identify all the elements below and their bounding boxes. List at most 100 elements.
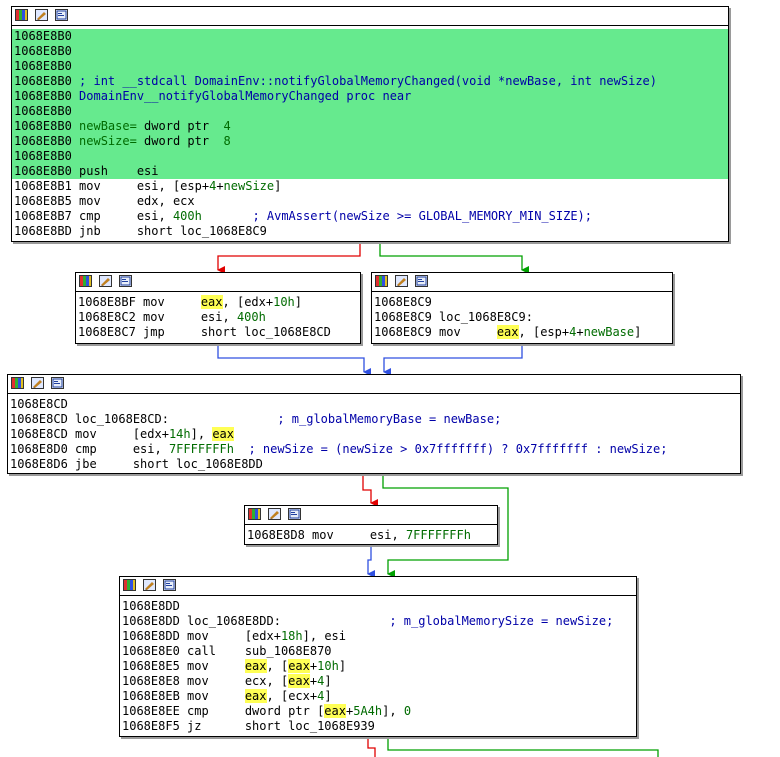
node-image-icon[interactable]: [55, 9, 68, 21]
code-token: 7FFFFFFFh: [405, 528, 471, 542]
node-image-icon[interactable]: [51, 377, 64, 389]
graph-view-icon[interactable]: [15, 9, 28, 21]
graph-view-icon[interactable]: [248, 508, 261, 520]
code-token: DomainEnv__notifyGlobalMemoryChanged pro…: [79, 89, 412, 103]
code-token: 1068E8B0: [14, 44, 72, 58]
node-titlebar[interactable]: [8, 375, 740, 394]
code-line[interactable]: 1068E8CD loc_1068E8CD: ; m_globalMemoryB…: [8, 412, 740, 427]
code-line[interactable]: 1068E8B0: [12, 104, 728, 119]
code-line[interactable]: 1068E8CD: [8, 397, 740, 412]
code-line[interactable]: 1068E8EE cmp dword ptr [eax+5A4h], 0: [120, 704, 636, 719]
code-line[interactable]: 1068E8BD jnb short loc_1068E8C9: [12, 224, 728, 239]
code-token: 1068E8C9 loc_1068E8C9:: [374, 310, 533, 324]
edit-node-icon[interactable]: [143, 579, 156, 591]
node-titlebar[interactable]: [372, 273, 672, 292]
code-token: ]: [338, 659, 347, 673]
disassembly-listing: 1068E8B0 1068E8B0 1068E8B0 1068E8B0 ; int _…: [12, 26, 728, 239]
code-token: 1068E8DD mov [edx+: [122, 629, 281, 643]
code-line[interactable]: 1068E8D0 cmp esi, 7FFFFFFFh ; newSize = …: [8, 442, 740, 457]
code-line[interactable]: 1068E8C9: [372, 295, 672, 310]
code-line[interactable]: 1068E8C7 jmp short loc_1068E8CD: [76, 325, 360, 340]
code-line[interactable]: 1068E8D8 mov esi, 7FFFFFFFh: [245, 528, 497, 543]
code-line[interactable]: 1068E8B0 push esi: [12, 164, 728, 179]
code-token: 1068E8D0 cmp esi,: [10, 442, 169, 456]
highlighted-register: eax: [324, 704, 346, 718]
code-line[interactable]: 1068E8B0 DomainEnv__notifyGlobalMemoryCh…: [12, 89, 728, 104]
code-line[interactable]: 1068E8B0 newSize= dword ptr 8: [12, 134, 728, 149]
code-token: 10h: [273, 295, 295, 309]
edit-node-icon[interactable]: [31, 377, 44, 389]
code-line[interactable]: 1068E8B0 newBase= dword ptr 4: [12, 119, 728, 134]
code-token: +: [576, 325, 584, 339]
code-token: ]: [274, 179, 282, 193]
edit-node-icon[interactable]: [268, 508, 281, 520]
code-line[interactable]: 1068E8B0 ; int __stdcall DomainEnv::noti…: [12, 74, 728, 89]
graph-node-1068E8CD[interactable]: 1068E8CD 1068E8CD loc_1068E8CD: ; m_globa…: [7, 374, 741, 474]
node-image-icon[interactable]: [415, 275, 428, 287]
node-titlebar[interactable]: [245, 506, 497, 525]
code-line[interactable]: 1068E8C9 mov eax, [esp+4+newBase]: [372, 325, 672, 340]
code-line[interactable]: 1068E8C2 mov esi, 400h: [76, 310, 360, 325]
code-line[interactable]: 1068E8B1 mov esi, [esp+4+newSize]: [12, 179, 728, 194]
node-image-icon[interactable]: [288, 508, 301, 520]
code-token: 1068E8B0: [14, 74, 80, 88]
graph-view-icon[interactable]: [375, 275, 388, 287]
code-line[interactable]: 1068E8E5 mov eax, [eax+10h]: [120, 659, 636, 674]
code-line[interactable]: 1068E8B0: [12, 149, 728, 164]
code-token: 0: [403, 704, 412, 718]
disassembly-listing: 1068E8D8 mov esi, 7FFFFFFFh: [245, 525, 497, 543]
code-line[interactable]: 1068E8D6 jbe short loc_1068E8DD: [8, 457, 740, 472]
code-token: 1068E8B0: [14, 29, 72, 43]
code-token: ]: [634, 325, 642, 339]
code-token: 1068E8B0: [14, 59, 72, 73]
graph-node-1068E8DD[interactable]: 1068E8DD 1068E8DD loc_1068E8DD: ; m_globa…: [119, 576, 637, 737]
code-line[interactable]: 1068E8B0: [12, 29, 728, 44]
graph-view-icon[interactable]: [123, 579, 136, 591]
highlighted-register: eax: [200, 295, 223, 309]
code-line[interactable]: 1068E8E8 mov ecx, [eax+4]: [120, 674, 636, 689]
highlighted-register: eax: [212, 427, 235, 441]
node-titlebar[interactable]: [12, 7, 728, 26]
code-line[interactable]: 1068E8B0: [12, 59, 728, 74]
code-line[interactable]: 1068E8DD mov [edx+18h], esi: [120, 629, 636, 644]
node-image-icon[interactable]: [119, 275, 132, 287]
code-line[interactable]: 1068E8F5 jz short loc_1068E939: [120, 719, 636, 734]
code-line[interactable]: 1068E8E0 call sub_1068E870: [120, 644, 636, 659]
code-line[interactable]: 1068E8DD: [120, 599, 636, 614]
code-line[interactable]: 1068E8B0: [12, 44, 728, 59]
code-line[interactable]: 1068E8B7 cmp esi, 400h ; AvmAssert(newSi…: [12, 209, 728, 224]
code-token: 1068E8EB mov: [122, 689, 245, 703]
code-token: 5A4h: [353, 704, 383, 718]
code-token: 8: [223, 134, 231, 148]
code-line[interactable]: 1068E8DD loc_1068E8DD: ; m_globalMemoryS…: [120, 614, 636, 629]
edge-true-1: [379, 242, 529, 274]
code-token: 1068E8EE cmp dword ptr [: [122, 704, 325, 718]
graph-view-icon[interactable]: [11, 377, 24, 389]
edge-flow-2: [367, 545, 375, 578]
edit-node-icon[interactable]: [395, 275, 408, 287]
code-token: 1068E8B0: [14, 149, 72, 163]
code-token: 1068E8CD: [10, 397, 68, 411]
node-titlebar[interactable]: [120, 577, 636, 596]
graph-node-1068E8BF[interactable]: 1068E8BF mov eax, [edx+10h] 1068E8C2 mov …: [75, 272, 361, 344]
code-token: 1068E8B0: [14, 134, 80, 148]
edit-node-icon[interactable]: [99, 275, 112, 287]
graph-node-1068E8C9[interactable]: 1068E8C9 1068E8C9 loc_1068E8C9: 1068E8C9 m…: [371, 272, 673, 344]
code-token: 1068E8DD loc_1068E8DD:: [122, 614, 281, 628]
graph-view-icon[interactable]: [79, 275, 92, 287]
code-line[interactable]: 1068E8CD mov [edx+14h], eax: [8, 427, 740, 442]
code-token: 400h: [236, 310, 266, 324]
code-line[interactable]: 1068E8BF mov eax, [edx+10h]: [76, 295, 360, 310]
node-image-icon[interactable]: [163, 579, 176, 591]
graph-node-1068E8D8[interactable]: 1068E8D8 mov esi, 7FFFFFFFh: [244, 505, 498, 545]
edge-jmp-1: [217, 344, 371, 376]
code-line[interactable]: 1068E8B5 mov edx, ecx: [12, 194, 728, 209]
code-line[interactable]: 1068E8C9 loc_1068E8C9:: [372, 310, 672, 325]
code-line[interactable]: 1068E8EB mov eax, [ecx+4]: [120, 689, 636, 704]
graph-node-entry[interactable]: 1068E8B0 1068E8B0 1068E8B0 1068E8B0 ; int _…: [11, 6, 729, 242]
edit-node-icon[interactable]: [35, 9, 48, 21]
node-titlebar[interactable]: [76, 273, 360, 292]
code-token: newBase: [583, 325, 635, 339]
code-token: 1068E8B5 mov edx, ecx: [14, 194, 195, 208]
